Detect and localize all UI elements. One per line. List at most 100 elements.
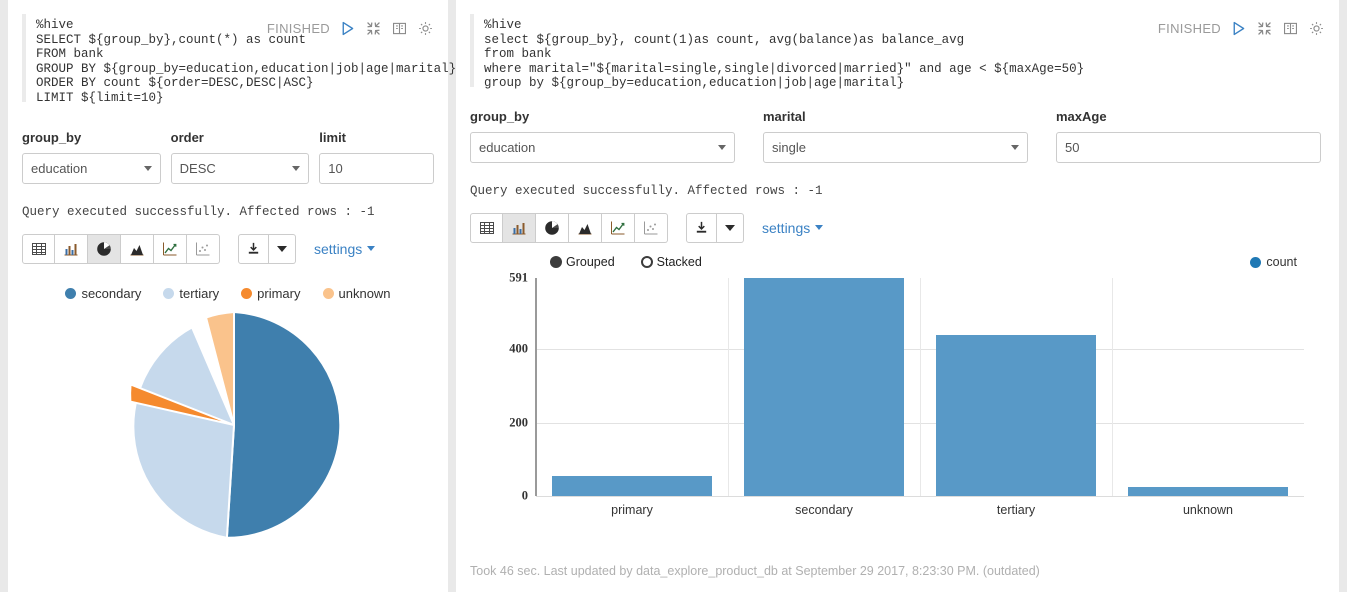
select-group-by[interactable]: education [470, 131, 735, 163]
paragraph-footer-note: Took 46 sec. Last updated by data_explor… [470, 564, 1040, 578]
download-icon[interactable] [686, 212, 717, 243]
input-value: 50 [1065, 139, 1080, 155]
legend-item-unknown[interactable]: unknown [322, 285, 391, 301]
field-label: group_by [22, 129, 82, 145]
paragraph-panel-left: %hive SELECT ${group_by},count(*) as cou… [8, 0, 456, 592]
line-chart-icon[interactable] [602, 212, 635, 243]
toggle-label: Grouped [566, 255, 615, 269]
scatter-chart-icon[interactable] [635, 212, 668, 243]
table-icon[interactable] [470, 212, 503, 243]
collapse-icon[interactable] [1256, 20, 1273, 37]
code-editor-left[interactable]: %hive SELECT ${group_by},count(*) as cou… [8, 0, 456, 106]
legend-item-tertiary[interactable]: tertiary [163, 286, 219, 301]
toggle-grouped[interactable]: Grouped [550, 255, 615, 269]
chevron-down-icon [292, 165, 301, 171]
download-icon[interactable] [238, 233, 269, 264]
line-chart-icon[interactable] [154, 233, 187, 264]
x-tick-unknown: unknown [1182, 503, 1234, 517]
collapse-icon[interactable] [365, 20, 382, 37]
area-chart-icon[interactable] [569, 212, 602, 243]
settings-label: settings [314, 240, 363, 257]
legend-swatch [1250, 256, 1262, 268]
table-icon[interactable] [22, 233, 55, 264]
gear-icon[interactable] [417, 20, 434, 37]
book-icon[interactable] [391, 20, 408, 37]
bar-chart-icon[interactable] [503, 212, 536, 243]
area-chart-icon[interactable] [121, 233, 154, 264]
input-limit[interactable]: 10 [319, 152, 435, 184]
pie-legend: secondary tertiary primary unknown [8, 286, 448, 301]
toggle-stacked[interactable]: Stacked [640, 255, 702, 269]
bar-primary[interactable] [552, 475, 712, 496]
pie-chart [118, 309, 350, 541]
form-field-group-by: group_by education [470, 109, 735, 163]
field-label: order [170, 129, 204, 145]
toggle-label: Stacked [656, 255, 702, 269]
bar-legend[interactable]: count [1250, 255, 1297, 269]
legend-label: secondary [81, 285, 142, 301]
x-axis-line [536, 496, 1304, 497]
x-tick-tertiary: tertiary [996, 503, 1036, 517]
chevron-down-icon [143, 165, 152, 171]
paragraph-status-left: FINISHED [267, 20, 434, 37]
download-buttons [238, 233, 296, 264]
bar-tertiary[interactable] [936, 334, 1096, 496]
input-max-age[interactable]: 50 [1056, 131, 1321, 163]
x-tick-secondary: secondary [795, 503, 853, 517]
select-value: education [31, 160, 88, 176]
run-icon[interactable] [1230, 20, 1247, 37]
paragraph-panel-right: %hive select ${group_by}, count(1)as cou… [456, 0, 1339, 592]
select-group-by[interactable]: education [22, 152, 161, 184]
dynamic-form-left: group_by education order DESC limit 10 [8, 130, 448, 184]
bar-secondary[interactable] [744, 278, 904, 496]
run-icon[interactable] [339, 20, 356, 37]
form-field-marital: marital single [763, 109, 1028, 163]
legend-item-primary[interactable]: primary [241, 285, 301, 301]
pie-chart-svg[interactable] [118, 309, 350, 541]
pie-chart-icon[interactable] [88, 233, 121, 264]
radio-unselected-icon [640, 256, 653, 268]
bar-mode-toggles: Grouped Stacked [550, 255, 702, 269]
field-label: marital [763, 108, 806, 124]
settings-link[interactable]: settings [314, 240, 376, 257]
download-buttons [686, 212, 744, 243]
result-message-right: Query executed successfully. Affected ro… [470, 183, 823, 198]
select-value: DESC [179, 160, 216, 176]
select-value: single [772, 139, 806, 155]
chevron-down-icon [1011, 144, 1019, 150]
y-tick-0: 0 [521, 488, 528, 503]
code-accent-bar [22, 14, 26, 102]
download-dropdown-icon[interactable] [269, 233, 296, 264]
pie-chart-icon[interactable] [536, 212, 569, 243]
legend-item-secondary[interactable]: secondary [65, 286, 141, 301]
field-label: group_by [470, 108, 530, 124]
code-editor-right[interactable]: %hive select ${group_by}, count(1)as cou… [456, 0, 1339, 91]
y-axis-line [535, 278, 537, 496]
gridline-400 [536, 349, 1304, 350]
legend-swatch [163, 287, 175, 299]
select-marital[interactable]: single [763, 131, 1028, 163]
gear-icon[interactable] [1308, 20, 1325, 37]
viz-toolbar-left: settings [8, 233, 448, 264]
select-order[interactable]: DESC [170, 152, 310, 184]
result-message-left: Query executed successfully. Affected ro… [22, 204, 375, 219]
legend-swatch [322, 287, 334, 299]
input-value: 10 [328, 160, 343, 176]
legend-label: unknown [338, 285, 391, 301]
bar-unknown[interactable] [1128, 486, 1288, 496]
legend-label: primary [257, 285, 301, 301]
notebook-page: %hive SELECT ${group_by},count(*) as cou… [0, 0, 1347, 592]
vgrid-1 [728, 278, 729, 496]
legend-swatch [65, 287, 77, 299]
settings-link[interactable]: settings [762, 220, 824, 236]
chevron-down-icon [367, 246, 376, 252]
scatter-chart-icon[interactable] [187, 233, 220, 264]
book-icon[interactable] [1282, 20, 1299, 37]
download-dropdown-icon[interactable] [717, 212, 744, 243]
viz-toolbar-right: settings [456, 212, 1339, 243]
bar-chart-icon[interactable] [55, 233, 88, 264]
form-field-group-by: group_by education [22, 130, 161, 184]
form-field-limit: limit 10 [319, 130, 435, 184]
legend-label: tertiary [179, 285, 220, 301]
pie-slice-secondary [225, 310, 342, 539]
